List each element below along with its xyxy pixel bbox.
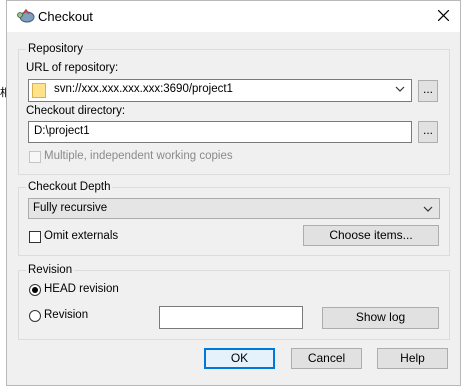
chevron-down-icon [395, 86, 405, 92]
url-browse-button[interactable]: ... [418, 80, 438, 102]
url-label: URL of repository: [26, 62, 119, 74]
window-title: Checkout [38, 9, 93, 24]
revision-label: Revision [44, 309, 89, 321]
head-revision-label: HEAD revision [44, 283, 119, 295]
checkout-dir-input[interactable]: D:\project1 [28, 121, 412, 143]
checkout-dialog: Checkout Repository URL of repository: s… [6, 0, 461, 386]
cancel-button[interactable]: Cancel [291, 348, 362, 369]
url-value: svn://xxx.xxx.xxx.xxx:3690/project1 [54, 83, 233, 95]
checkout-depth-group-label: Checkout Depth [26, 181, 113, 193]
help-button[interactable]: Help [377, 348, 448, 369]
checkout-dir-value: D:\project1 [34, 125, 90, 137]
folder-icon [32, 83, 46, 98]
revision-group [18, 270, 450, 340]
url-combobox[interactable]: svn://xxx.xxx.xxx.xxx:3690/project1 [28, 79, 412, 102]
omit-externals-label: Omit externals [44, 230, 119, 242]
depth-select[interactable]: Fully recursive [28, 198, 440, 219]
tortoisesvn-icon [17, 8, 35, 24]
depth-selected: Fully recursive [33, 202, 108, 214]
multiple-copies-checkbox[interactable] [29, 151, 41, 163]
ok-button[interactable]: OK [204, 348, 275, 369]
multiple-copies-label: Multiple, independent working copies [44, 150, 233, 162]
checkout-dir-browse-button[interactable]: ... [418, 121, 438, 143]
show-log-button[interactable]: Show log [322, 307, 439, 329]
repository-group-label: Repository [26, 43, 85, 55]
title-bar: Checkout [7, 1, 460, 32]
close-button[interactable] [428, 1, 460, 32]
revision-group-label: Revision [26, 264, 75, 276]
omit-externals-checkbox[interactable] [29, 231, 41, 243]
close-icon [438, 10, 449, 21]
revision-input[interactable] [159, 306, 303, 329]
revision-radio[interactable] [29, 310, 41, 322]
chevron-down-icon [423, 206, 433, 212]
head-revision-radio[interactable] [29, 284, 41, 296]
checkout-dir-label: Checkout directory: [26, 105, 126, 117]
choose-items-button[interactable]: Choose items... [303, 225, 439, 246]
